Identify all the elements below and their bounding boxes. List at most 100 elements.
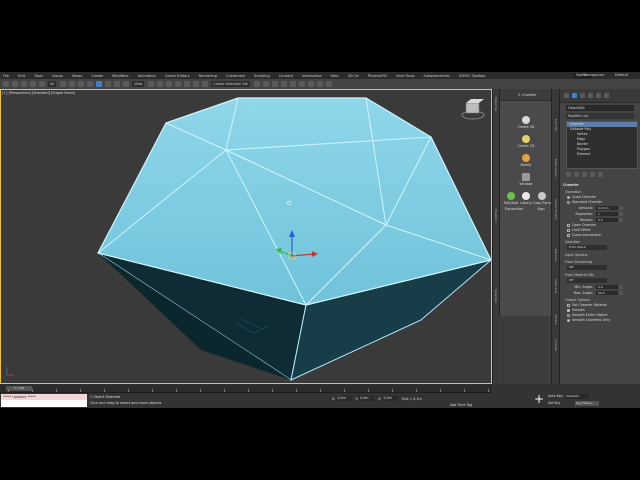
menu-animation[interactable]: Animation xyxy=(138,74,156,78)
spinner-arrows-icon[interactable] xyxy=(619,211,623,216)
strip-tab-medicgroup[interactable]: MedicGroup xyxy=(554,159,558,177)
display-tab-icon[interactable] xyxy=(596,93,601,98)
menu-scripting[interactable]: Scripting xyxy=(254,74,270,78)
menu-file[interactable]: File xyxy=(3,74,9,78)
menu-static-toolbox[interactable]: STATIC Toolbox xyxy=(459,74,486,78)
menu-3dox[interactable]: 3D Ox xyxy=(348,74,359,78)
curve-editor-icon[interactable] xyxy=(280,81,287,87)
key-filters-button[interactable]: Key Filters... xyxy=(575,401,599,406)
hierarchy-tab-icon[interactable] xyxy=(580,93,585,98)
snap-toggle-icon[interactable] xyxy=(175,81,182,87)
transmitter-button[interactable]: Transmitter xyxy=(503,207,525,225)
modify-button[interactable]: Modify xyxy=(515,153,537,171)
strip-tab-last-file[interactable]: Last File xyxy=(554,119,558,131)
link-icon[interactable] xyxy=(21,81,27,87)
amount-spinner[interactable]: Amount: 0,0mm xyxy=(573,205,639,210)
add-key-icon[interactable]: + xyxy=(534,393,544,405)
keyboard-shortcut-icon[interactable] xyxy=(166,81,173,87)
spinner-arrows-icon[interactable] xyxy=(619,205,623,210)
render-icon[interactable] xyxy=(325,81,332,87)
smooth-chamfers-option[interactable]: Smooth Chamfers Only xyxy=(567,318,639,322)
spinner-arrows-icon[interactable] xyxy=(619,284,623,289)
smooth-option[interactable]: Smooth xyxy=(567,308,639,312)
move-icon[interactable] xyxy=(96,81,103,87)
material-dropdown[interactable]: Off xyxy=(567,278,607,283)
spinner-snap-icon[interactable] xyxy=(202,81,209,87)
bind-icon[interactable] xyxy=(39,81,45,87)
x-field[interactable]: 0,0m xyxy=(336,396,353,401)
pivot-icon[interactable] xyxy=(148,81,155,87)
set-key-button[interactable]: Set Key xyxy=(548,401,560,405)
segments-spinner[interactable]: Segments: 1 xyxy=(573,211,639,216)
spinner-arrows-icon[interactable] xyxy=(619,217,623,222)
menu-interactive[interactable]: Interactive xyxy=(302,74,321,78)
viewport-label[interactable]: [+] [Perspective] [Standard] [Edged Face… xyxy=(2,91,75,95)
material-editor-icon[interactable] xyxy=(298,81,305,87)
ribbon-tab-modeling[interactable]: Modeling xyxy=(494,97,498,111)
remove-modifier-icon[interactable] xyxy=(590,172,595,177)
sign-button[interactable]: Sign xyxy=(530,207,552,225)
align-icon[interactable] xyxy=(262,81,269,87)
z-field[interactable]: 0,0m xyxy=(382,396,399,401)
object-name-field[interactable]: Object001 xyxy=(566,105,634,111)
min-angle-value[interactable]: 0,0 xyxy=(596,284,618,289)
standard-chamfer-option[interactable]: Standard Chamfer xyxy=(567,200,639,204)
strip-tab-cylinder[interactable]: Cylinder xyxy=(554,339,558,351)
open-chamfer-option[interactable]: Open Chamfer xyxy=(567,223,639,227)
menu-content[interactable]: Content xyxy=(279,74,293,78)
selection-dropdown[interactable]: From Stack xyxy=(567,245,607,250)
set-chamfer-material-option[interactable]: Set Chamfer Material xyxy=(567,303,639,307)
smoothing-dropdown[interactable]: Off xyxy=(567,265,607,270)
window-crossing-icon[interactable] xyxy=(87,81,94,87)
pin-stack-icon[interactable] xyxy=(566,172,571,177)
motion-tab-icon[interactable] xyxy=(588,93,593,98)
maxscript-listener[interactable]: ***** Updated ***** xyxy=(1,394,87,407)
rollout-title[interactable]: Chamfer xyxy=(563,183,639,187)
menu-rendering[interactable]: Rendering xyxy=(199,74,217,78)
rotate-icon[interactable] xyxy=(105,81,112,87)
stack-item-element[interactable]: Element xyxy=(567,152,637,157)
menu-help[interactable]: Help xyxy=(330,74,338,78)
select-by-name-icon[interactable] xyxy=(69,81,76,87)
amount-value[interactable]: 0,0mm xyxy=(596,205,618,210)
tension-spinner[interactable]: Tension: 0,5 xyxy=(573,217,639,222)
strip-tab-sphere[interactable]: Sphere xyxy=(554,314,558,325)
viewcube-icon[interactable] xyxy=(461,99,485,120)
perspective-viewport[interactable] xyxy=(0,89,492,384)
menu-substancehub[interactable]: SubstanceHub xyxy=(424,74,450,78)
selection-set-dropdown[interactable]: Create Selection Set xyxy=(211,81,250,87)
gem-model[interactable] xyxy=(1,90,491,383)
window-button[interactable]: Window xyxy=(515,172,537,190)
menu-group[interactable]: Group xyxy=(52,74,63,78)
ribbon-tab-freeform[interactable]: Freeform xyxy=(494,209,498,222)
strip-tab-maxcam[interactable]: MaxCam xyxy=(554,249,558,262)
menu-edit[interactable]: Edit xyxy=(18,74,25,78)
tension-value[interactable]: 0,5 xyxy=(596,217,618,222)
redo-icon[interactable] xyxy=(12,81,18,87)
spinner-arrows-icon[interactable] xyxy=(619,290,623,295)
min-angle-spinner[interactable]: Min. Angle: 0,0 xyxy=(573,284,639,289)
time-slider-thumb[interactable]: 0 / 100 xyxy=(6,386,32,391)
selection-filter-dropdown[interactable]: All xyxy=(48,81,57,87)
menu-customize[interactable]: Customize xyxy=(226,74,245,78)
menu-inlex-tools[interactable]: Inlex Tools xyxy=(396,74,415,78)
undo-icon[interactable] xyxy=(3,81,9,87)
region-select-icon[interactable] xyxy=(78,81,85,87)
scale-icon[interactable] xyxy=(114,81,121,87)
strip-tab-spline-project[interactable]: Spline Project xyxy=(554,199,558,219)
auto-key-button[interactable]: Auto Key xyxy=(548,394,563,398)
limit-effect-option[interactable]: Limit Effect xyxy=(567,228,639,232)
menu-views[interactable]: Views xyxy=(72,74,82,78)
create-tab-icon[interactable] xyxy=(564,93,569,98)
add-time-tag-button[interactable]: Add Time Tag xyxy=(450,403,472,407)
key-selection-dropdown[interactable]: Selected xyxy=(565,394,589,399)
menu-modifiers[interactable]: Modifiers xyxy=(112,74,128,78)
render-setup-icon[interactable] xyxy=(307,81,314,87)
create-3d-button[interactable]: Create 3D xyxy=(515,115,537,133)
time-slider[interactable]: 0 / 100 xyxy=(0,384,492,393)
ribbon-tab-selection[interactable]: Selection xyxy=(494,289,498,303)
mirror-icon[interactable] xyxy=(253,81,260,87)
smooth-entire-option[interactable]: Smooth Entire Object xyxy=(567,313,639,317)
rendered-frame-icon[interactable] xyxy=(316,81,323,87)
reference-coordinate-dropdown[interactable]: View xyxy=(132,81,145,87)
